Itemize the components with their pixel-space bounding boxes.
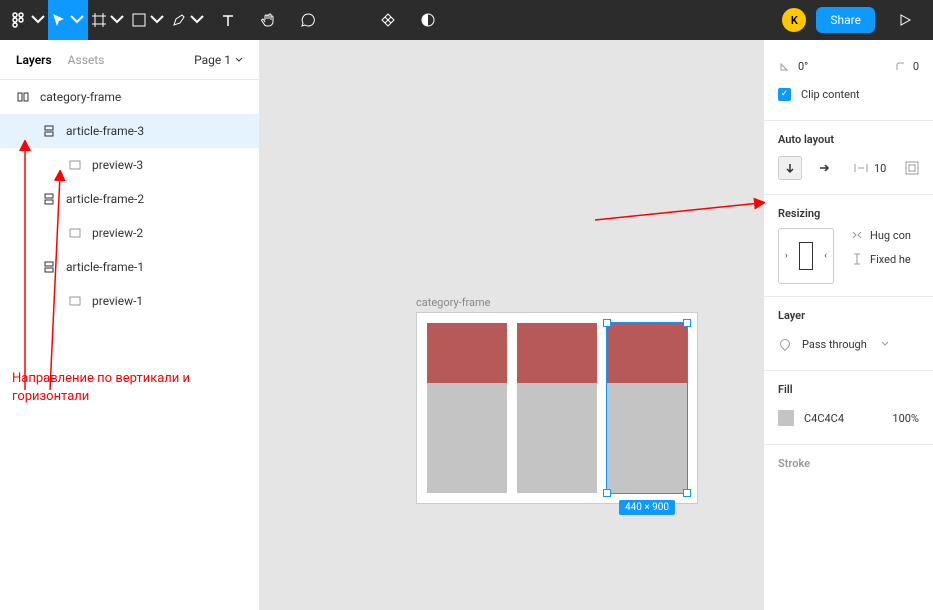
layer-name: article-frame-3: [66, 124, 144, 138]
pen-tool[interactable]: [168, 0, 208, 40]
properties-panel: 0° 0 ✓ Clip content Auto layout: [763, 40, 933, 610]
resizing-title: Resizing: [778, 207, 919, 220]
top-toolbar: K Share: [0, 0, 933, 40]
frame-tool[interactable]: [88, 0, 128, 40]
resize-vertical[interactable]: Fixed he: [850, 252, 911, 266]
canvas-preview-1[interactable]: [427, 323, 507, 383]
mask-tool[interactable]: [408, 0, 448, 40]
fill-section-title: Fill: [778, 383, 919, 396]
fill-color-row[interactable]: C4C4C4 100%: [778, 404, 919, 432]
figma-menu-button[interactable]: [8, 0, 48, 40]
auto-layout-title: Auto layout: [778, 133, 919, 146]
canvas-article-1[interactable]: [427, 323, 507, 493]
tab-layers[interactable]: Layers: [16, 53, 52, 67]
selection-handle[interactable]: [603, 319, 611, 327]
layer-type-icon: [42, 124, 56, 138]
layer-name: category-frame: [40, 90, 121, 104]
clip-content-label: Clip content: [801, 88, 860, 101]
angle-icon: [778, 59, 792, 73]
canvas-article-3[interactable]: 440 × 900: [607, 323, 687, 493]
canvas-category-frame[interactable]: 440 × 900: [416, 312, 698, 504]
annotation-text: Направление по вертикали и горизонтали: [12, 370, 242, 406]
text-tool[interactable]: [208, 0, 248, 40]
direction-horizontal-button[interactable]: [812, 156, 836, 180]
canvas-preview-3[interactable]: [607, 323, 687, 383]
hug-icon: [850, 228, 864, 242]
shape-tool[interactable]: [128, 0, 168, 40]
annotation-arrow-2: [40, 170, 80, 390]
padding-icon[interactable]: [905, 161, 919, 175]
component-tool[interactable]: [368, 0, 408, 40]
avatar[interactable]: K: [782, 8, 806, 32]
selection-handle[interactable]: [603, 489, 611, 497]
resize-control[interactable]: › ‹: [778, 228, 834, 284]
fixed-icon: [850, 252, 864, 266]
annotation-arrow-3: [590, 195, 765, 225]
blend-mode-select[interactable]: Pass through: [778, 330, 919, 358]
layer-name: preview-1: [92, 294, 143, 308]
resize-horizontal[interactable]: Hug con: [850, 228, 911, 242]
spacing-input[interactable]: 10: [854, 161, 886, 175]
spacing-icon: [854, 161, 868, 175]
layer-name: preview-2: [92, 226, 143, 240]
layer-name: preview-3: [92, 158, 143, 172]
move-tool[interactable]: [48, 0, 88, 40]
corner-radius-input[interactable]: 0: [893, 59, 919, 73]
clip-content-checkbox[interactable]: ✓: [778, 88, 791, 101]
canvas-preview-2[interactable]: [517, 323, 597, 383]
stroke-section-title: Stroke: [778, 457, 919, 470]
hand-tool[interactable]: [248, 0, 288, 40]
canvas-article-2[interactable]: [517, 323, 597, 493]
fill-swatch[interactable]: [778, 410, 794, 426]
canvas-frame-label[interactable]: category-frame: [416, 296, 491, 309]
annotation-arrow-1: [10, 140, 40, 390]
selection-handle[interactable]: [683, 489, 691, 497]
present-button[interactable]: [885, 0, 925, 40]
selection-handle[interactable]: [683, 319, 691, 327]
layer-type-icon: [16, 90, 30, 104]
direction-vertical-button[interactable]: [778, 156, 802, 180]
share-button[interactable]: Share: [816, 7, 875, 33]
tab-assets[interactable]: Assets: [68, 53, 105, 67]
blend-icon: [778, 337, 792, 351]
canvas[interactable]: category-frame 440 × 900: [260, 40, 763, 610]
comment-tool[interactable]: [288, 0, 328, 40]
size-badge: 440 × 900: [619, 500, 675, 515]
layer-section-title: Layer: [778, 309, 919, 322]
layer-row[interactable]: category-frame: [0, 80, 259, 114]
rotation-input[interactable]: 0°: [778, 59, 808, 73]
layers-panel: Layers Assets Page 1 category-frame artic…: [0, 40, 260, 610]
page-selector[interactable]: Page 1: [194, 53, 243, 67]
corner-icon: [893, 59, 907, 73]
